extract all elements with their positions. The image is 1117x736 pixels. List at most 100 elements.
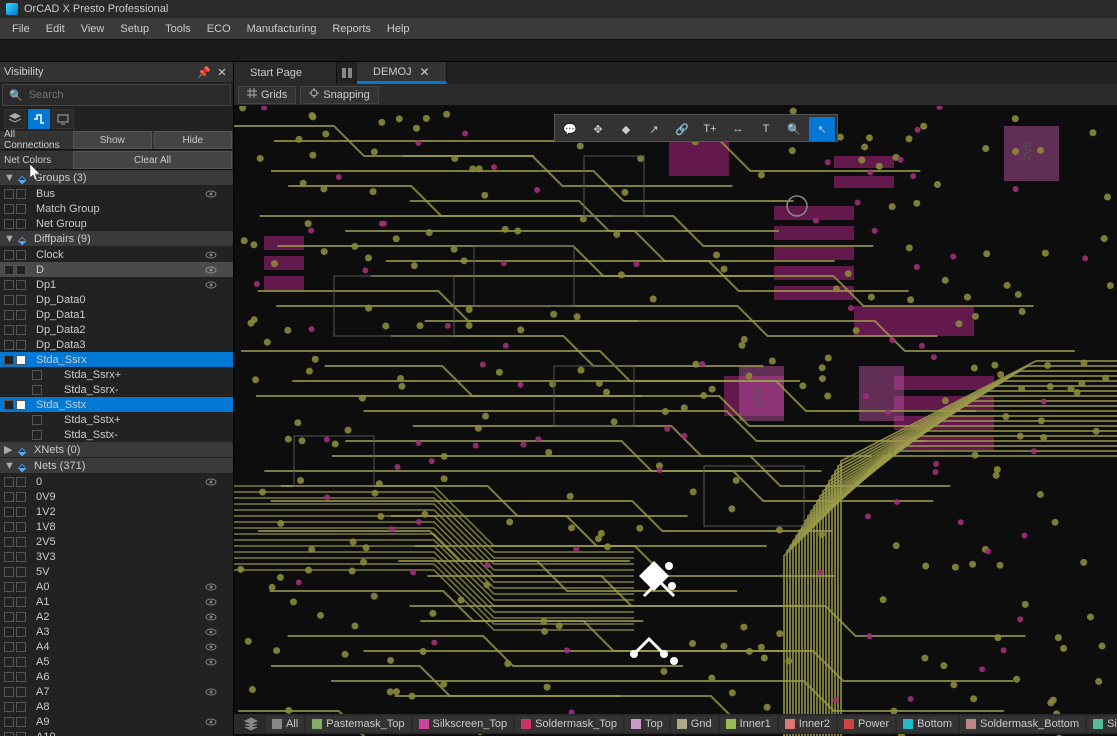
nets-item[interactable]: A7 <box>0 684 233 699</box>
menu-file[interactable]: File <box>4 20 38 38</box>
layers-stack-icon[interactable] <box>238 716 264 732</box>
select-tool[interactable]: ↖ <box>809 117 835 141</box>
visibility-toggle[interactable] <box>4 567 14 577</box>
split-icon[interactable] <box>337 62 357 84</box>
diffpairs-item[interactable]: Stda_Sstx <box>0 397 233 412</box>
color-swatch[interactable] <box>16 597 26 607</box>
color-swatch[interactable] <box>16 507 26 517</box>
color-swatch[interactable] <box>16 355 26 365</box>
color-swatch[interactable] <box>16 204 26 214</box>
color-swatch[interactable] <box>16 280 26 290</box>
nets-item[interactable]: A2 <box>0 609 233 624</box>
diffpairs-item[interactable]: Stda_Sstx+ <box>0 412 233 427</box>
snapping-button[interactable]: Snapping <box>300 86 379 104</box>
menu-reports[interactable]: Reports <box>324 20 379 38</box>
layer-power[interactable]: Power <box>838 716 895 732</box>
diffpairs-item[interactable]: Dp_Data3 <box>0 337 233 352</box>
menu-eco[interactable]: ECO <box>199 20 239 38</box>
color-swatch[interactable] <box>16 400 26 410</box>
color-swatch[interactable] <box>16 627 26 637</box>
section-xnets[interactable]: ▶⬙XNets (0) <box>0 442 233 458</box>
color-swatch[interactable] <box>16 537 26 547</box>
color-swatch[interactable] <box>16 522 26 532</box>
groups-item[interactable]: Match Group <box>0 201 233 216</box>
color-swatch[interactable] <box>16 567 26 577</box>
color-swatch[interactable] <box>16 219 26 229</box>
color-swatch[interactable] <box>16 687 26 697</box>
section-diffpairs[interactable]: ▼⬙Diffpairs (9) <box>0 231 233 247</box>
visibility-toggle[interactable] <box>4 340 14 350</box>
search-input[interactable] <box>29 89 224 101</box>
display-mode-button[interactable] <box>52 109 74 129</box>
diffpairs-item[interactable]: Dp_Data0 <box>0 292 233 307</box>
color-swatch[interactable] <box>32 370 42 380</box>
layer-pastemask_top[interactable]: Pastemask_Top <box>306 716 410 732</box>
layer-gnd[interactable]: Gnd <box>671 716 718 732</box>
menu-setup[interactable]: Setup <box>112 20 157 38</box>
diffpairs-item[interactable]: Stda_Ssrx+ <box>0 367 233 382</box>
color-swatch[interactable] <box>16 582 26 592</box>
add-text-tool[interactable]: T+ <box>697 117 723 141</box>
nets-item[interactable]: A6 <box>0 669 233 684</box>
visibility-toggle[interactable] <box>4 219 14 229</box>
groups-item[interactable]: Bus <box>0 186 233 201</box>
visibility-toggle[interactable] <box>4 672 14 682</box>
diffpairs-item[interactable]: Stda_Ssrx <box>0 352 233 367</box>
visibility-toggle[interactable] <box>4 295 14 305</box>
nets-item[interactable]: 1V8 <box>0 519 233 534</box>
visibility-toggle[interactable] <box>4 280 14 290</box>
menu-help[interactable]: Help <box>379 20 418 38</box>
visibility-toggle[interactable] <box>4 189 14 199</box>
visibility-toggle[interactable] <box>4 265 14 275</box>
diffpairs-item[interactable]: Dp1 <box>0 277 233 292</box>
nets-item[interactable]: 2V5 <box>0 534 233 549</box>
color-swatch[interactable] <box>16 265 26 275</box>
tree[interactable]: ▼⬙Groups (3)BusMatch GroupNet Group▼⬙Dif… <box>0 170 233 736</box>
close-tab-icon[interactable]: ✕ <box>420 65 430 79</box>
visibility-toggle[interactable] <box>4 582 14 592</box>
color-swatch[interactable] <box>16 295 26 305</box>
nets-item[interactable]: A10 <box>0 729 233 736</box>
comment-tool[interactable]: 💬 <box>557 117 583 141</box>
color-swatch[interactable] <box>16 702 26 712</box>
nets-item[interactable]: 5V <box>0 564 233 579</box>
visibility-toggle[interactable] <box>4 597 14 607</box>
layer-silkscreen_bottom[interactable]: Silkscreen_Bottom <box>1087 716 1117 732</box>
diffpairs-item[interactable]: Clock <box>0 247 233 262</box>
visibility-toggle[interactable] <box>4 310 14 320</box>
layer-soldermask_top[interactable]: Soldermask_Top <box>515 716 623 732</box>
nets-item[interactable]: 3V3 <box>0 549 233 564</box>
section-groups[interactable]: ▼⬙Groups (3) <box>0 170 233 186</box>
menu-manufacturing[interactable]: Manufacturing <box>239 20 325 38</box>
visibility-toggle[interactable] <box>4 250 14 260</box>
close-icon[interactable]: ✕ <box>215 65 229 79</box>
link-tool[interactable]: 🔗 <box>669 117 695 141</box>
diffpairs-item[interactable]: Stda_Sstx- <box>0 427 233 442</box>
nets-item[interactable]: A3 <box>0 624 233 639</box>
layer-bottom[interactable]: Bottom <box>897 716 958 732</box>
menu-edit[interactable]: Edit <box>38 20 73 38</box>
color-swatch[interactable] <box>16 250 26 260</box>
color-swatch[interactable] <box>16 310 26 320</box>
visibility-toggle[interactable] <box>4 507 14 517</box>
color-swatch[interactable] <box>16 657 26 667</box>
color-swatch[interactable] <box>16 492 26 502</box>
visibility-toggle[interactable] <box>4 492 14 502</box>
visibility-toggle[interactable] <box>4 642 14 652</box>
color-swatch[interactable] <box>16 642 26 652</box>
show-button[interactable]: Show <box>73 131 152 149</box>
tab-demoj[interactable]: DEMOJ✕ <box>357 62 447 84</box>
nets-item[interactable]: A8 <box>0 699 233 714</box>
visibility-toggle[interactable] <box>4 477 14 487</box>
target-tool[interactable]: ✥ <box>585 117 611 141</box>
section-nets[interactable]: ▼⬙Nets (371) <box>0 458 233 474</box>
zoom-tool[interactable]: 🔍 <box>781 117 807 141</box>
color-swatch[interactable] <box>32 385 42 395</box>
layer-all[interactable]: All <box>266 716 304 732</box>
clear-all-button[interactable]: Clear All <box>73 151 232 169</box>
grids-button[interactable]: Grids <box>238 86 296 104</box>
visibility-toggle[interactable] <box>4 717 14 727</box>
visibility-toggle[interactable] <box>4 204 14 214</box>
layer-soldermask_bottom[interactable]: Soldermask_Bottom <box>960 716 1085 732</box>
color-swatch[interactable] <box>16 325 26 335</box>
